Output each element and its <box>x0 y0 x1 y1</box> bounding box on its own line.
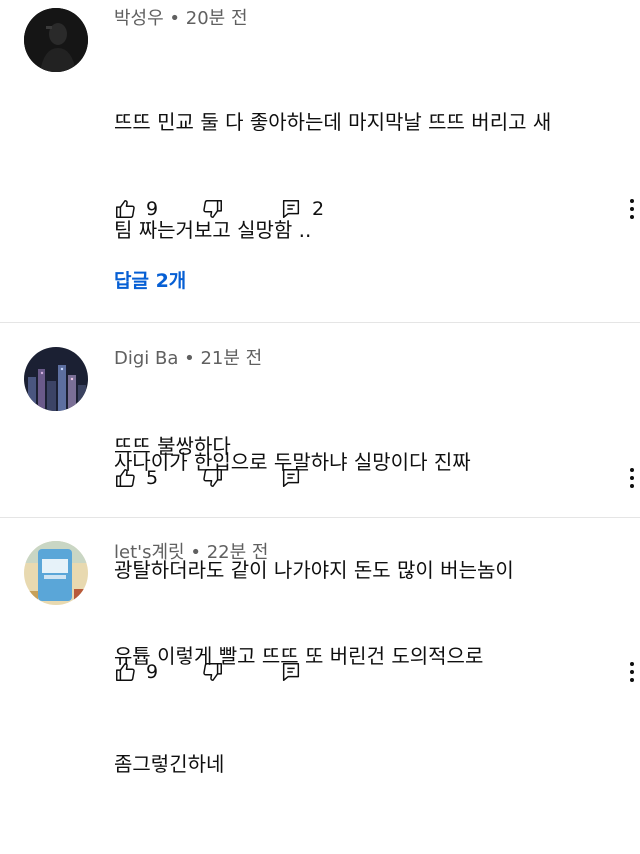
reply-comment-icon <box>280 198 302 220</box>
meta-separator: • <box>190 542 201 563</box>
author-name[interactable]: Digi Ba <box>114 348 178 369</box>
reply-count: 2 <box>312 198 325 220</box>
like-count: 9 <box>146 198 159 220</box>
thumb-down-icon <box>202 661 224 683</box>
more-vert-icon[interactable] <box>626 660 638 684</box>
comment-text: 유튭 이렇게 빨고 뜨뜨 또 버린건 도의적으로 좀그렇긴하네 <box>114 566 483 854</box>
comment-actions: 5 <box>114 464 634 492</box>
reply-button[interactable]: 2 <box>280 195 324 223</box>
meta-separator: • <box>169 8 181 29</box>
comment-2: Digi Ba • 21분 전 사나이가 한입으로 두말하냐 실망이다 진짜 광… <box>0 340 640 582</box>
divider <box>0 517 640 518</box>
avatar[interactable] <box>24 541 88 605</box>
reply-button[interactable] <box>280 464 302 492</box>
more-vert-icon[interactable] <box>626 466 638 490</box>
comment-line: 뜨뜨 민교 둘 다 좋아하는데 마지막날 뜨뜨 버리고 새 <box>114 110 552 134</box>
thumb-up-icon <box>114 467 136 489</box>
dislike-button[interactable] <box>202 464 224 492</box>
view-replies-link[interactable]: 답글 2개 <box>114 266 186 293</box>
comment-1: 박성우 • 20분 전 뜨뜨 민교 둘 다 좋아하는데 마지막날 뜨뜨 버리고 … <box>0 0 640 458</box>
author-name[interactable]: let's계릿 <box>114 542 185 563</box>
comment-time[interactable]: 20분 전 <box>186 8 248 29</box>
comment-meta: Digi Ba • 21분 전 <box>114 348 262 370</box>
avatar[interactable] <box>24 8 88 72</box>
author-name[interactable]: 박성우 <box>114 8 164 29</box>
divider <box>0 322 640 323</box>
like-button[interactable]: 5 <box>114 464 158 492</box>
avatar[interactable] <box>24 347 88 411</box>
like-button[interactable]: 9 <box>114 658 158 686</box>
meta-separator: • <box>184 348 195 369</box>
comment-meta: let's계릿 • 22분 전 <box>114 542 268 564</box>
like-count: 9 <box>146 661 159 683</box>
like-button[interactable]: 9 <box>114 195 158 223</box>
comment-line: 좀그렇긴하네 <box>114 752 225 776</box>
dislike-button[interactable] <box>202 195 224 223</box>
comment-time[interactable]: 22분 전 <box>207 542 269 563</box>
comment-3: let's계릿 • 22분 전 유튭 이렇게 빨고 뜨뜨 또 버린건 도의적으로… <box>0 534 640 776</box>
comment-actions: 9 2 <box>114 195 634 223</box>
thumb-down-icon <box>202 467 224 489</box>
reply-comment-icon <box>280 467 302 489</box>
comment-time[interactable]: 21분 전 <box>200 348 262 369</box>
thumb-up-icon <box>114 661 136 683</box>
comment-actions: 9 <box>114 658 634 686</box>
dislike-button[interactable] <box>202 658 224 686</box>
comment-meta: 박성우 • 20분 전 <box>114 8 248 30</box>
like-count: 5 <box>146 467 159 489</box>
thumb-up-icon <box>114 198 136 220</box>
reply-comment-icon <box>280 661 302 683</box>
reply-button[interactable] <box>280 658 302 686</box>
more-vert-icon[interactable] <box>626 197 638 221</box>
thumb-down-icon <box>202 198 224 220</box>
